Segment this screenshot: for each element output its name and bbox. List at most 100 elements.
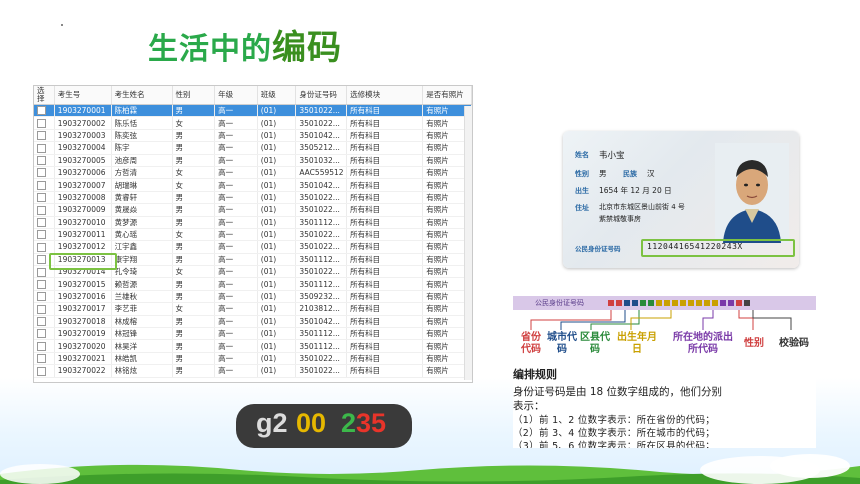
table-row[interactable]: 1903270017 李艺菲女高一 (01) 2103812... 所有科目 有照片 — [34, 302, 472, 316]
table-row[interactable]: 1903270003 陈奕弦男高一 (01) 3501042... 所有科目 有照片 — [34, 129, 472, 143]
row-checkbox-cell[interactable] — [34, 216, 55, 229]
table-header-cell[interactable]: 年级 — [214, 86, 258, 105]
row-checkbox-cell[interactable] — [34, 228, 55, 242]
table-row[interactable]: 1903270009 黄晟焱男高一 (01) 3501022... 所有科目 有照片 — [34, 203, 472, 217]
row-checkbox-cell[interactable] — [34, 129, 55, 143]
row-checkbox[interactable] — [37, 242, 46, 252]
row-checkbox-cell[interactable] — [34, 178, 55, 192]
id-code-label: 省份代码 — [521, 332, 541, 355]
table-scrollbar[interactable] — [464, 106, 472, 380]
row-checkbox[interactable] — [37, 366, 46, 376]
row-checkbox[interactable] — [37, 168, 46, 178]
table-row[interactable]: 1903270021 林皓凯男高一 (01) 3501022... 所有科目 有照片 — [34, 352, 472, 366]
row-checkbox-cell[interactable] — [34, 339, 55, 353]
row-checkbox[interactable] — [37, 354, 46, 364]
table-row[interactable]: 1903270022 林铭炫男高一 (01) 3501022... 所有科目 有照片 — [34, 364, 472, 378]
row-checkbox-cell[interactable] — [34, 327, 55, 341]
table-cell: 3501112... — [295, 253, 348, 267]
table-row[interactable]: 1903270006 方哲清女高一 (01) AAC559512 所有科目 有照片 — [34, 166, 472, 180]
table-cell: (01) — [257, 116, 297, 130]
code-part-4: 35 — [356, 408, 387, 438]
row-checkbox-cell[interactable] — [34, 191, 55, 205]
row-checkbox-cell[interactable] — [34, 364, 55, 378]
table-cell: 3501032... — [295, 154, 348, 167]
table-header-cell[interactable]: 是否有照片 — [422, 86, 472, 105]
row-checkbox[interactable] — [37, 329, 46, 339]
row-checkbox[interactable] — [37, 217, 46, 227]
table-cell: 2103812... — [295, 302, 348, 316]
id-gender: 男 — [599, 169, 607, 178]
table-header-cell[interactable]: 性别 — [172, 86, 216, 105]
row-checkbox-cell[interactable] — [34, 166, 55, 180]
table-row[interactable]: 1903270010 黄梦源男高一 (01) 3501112... 所有科目 有照片 — [34, 216, 472, 229]
table-row[interactable]: 1903270004 陈宇男高一 (01) 3505212... 所有科目 有照片 — [34, 141, 472, 155]
row-checkbox-cell[interactable] — [34, 141, 55, 155]
row-checkbox[interactable] — [37, 230, 46, 240]
table-row[interactable]: 1903270019 林冠锋男高一 (01) 3501112... 所有科目 有照片 — [34, 327, 472, 341]
row-checkbox[interactable] — [37, 205, 46, 215]
table-cell: 高一 — [214, 191, 258, 205]
table-cell: 林铭炫 — [111, 364, 173, 378]
table-cell: (01) — [257, 228, 297, 242]
id-address-line2: 紫禁城敬事房 — [599, 215, 641, 223]
rules-intro-2: 表示： — [513, 400, 545, 412]
row-checkbox[interactable] — [37, 341, 46, 351]
id-digit-segment — [680, 300, 686, 306]
row-checkbox[interactable] — [37, 317, 46, 327]
table-cell: (01) — [257, 327, 297, 341]
row-checkbox[interactable] — [37, 304, 46, 314]
table-row[interactable]: 1903270012 江宇鑫男高一 (01) 3501022... 所有科目 有照片 — [34, 240, 472, 254]
row-checkbox-cell[interactable] — [34, 277, 55, 291]
table-row[interactable]: 1903270018 林成榕男高一 (01) 3501042... 所有科目 有照片 — [34, 315, 472, 329]
id-code-label: 所在地的派出所代码 — [673, 332, 733, 355]
table-cell: 1903270004 — [54, 141, 112, 155]
row-checkbox[interactable] — [37, 143, 46, 153]
table-cell: 男 — [172, 203, 216, 217]
table-header-cell[interactable]: 身份证号码 — [295, 86, 348, 105]
id-number-strip: 公民身份证号码 — [513, 296, 816, 310]
row-checkbox-cell[interactable] — [34, 290, 55, 304]
id-address-line1: 北京市东城区景山前街 4 号 — [599, 203, 685, 211]
row-checkbox[interactable] — [37, 180, 46, 190]
table-header-cell[interactable]: 班级 — [257, 86, 297, 105]
table-cell: 3501022... — [295, 265, 348, 279]
table-cell: (01) — [257, 216, 297, 229]
table-row[interactable]: 1903270007 胡瑞琳女高一 (01) 3501042... 所有科目 有照片 — [34, 178, 472, 192]
row-checkbox-cell[interactable] — [34, 315, 55, 329]
row-checkbox[interactable] — [37, 193, 46, 203]
row-checkbox-cell[interactable] — [34, 203, 55, 217]
table-header-cell[interactable]: 考生号 — [54, 86, 112, 105]
row-checkbox[interactable] — [37, 267, 46, 277]
row-checkbox-cell[interactable] — [34, 104, 55, 118]
row-checkbox[interactable] — [37, 156, 46, 165]
student-table: 选择 考生号 考生姓名 性别 年级 班级 身份证号码 选修模块 是否有照片 1903270001… — [34, 86, 472, 378]
table-row[interactable]: 1903270011 黄心瑶女高一 (01) 3501022... 所有科目 有照片 — [34, 228, 472, 242]
table-row[interactable]: 1903270008 黄睿轩男高一 (01) 3501022... 所有科目 有照片 — [34, 191, 472, 205]
table-cell: 黄睿轩 — [111, 191, 173, 205]
table-cell: 3501022... — [295, 228, 348, 242]
table-row[interactable]: 1903270016 兰雄秋男高一 (01) 3509232... 所有科目 有照片 — [34, 290, 472, 304]
row-checkbox[interactable] — [37, 118, 46, 128]
row-checkbox-cell[interactable] — [34, 116, 55, 130]
table-row[interactable]: 1903270001 陈柏霖男高一 (01) 3501022... 所有科目 有照片 — [34, 104, 472, 118]
row-checkbox-cell[interactable] — [34, 352, 55, 366]
table-row[interactable]: 1903270005 池彦周男高一 (01) 3501032... 所有科目 有照片 — [34, 154, 472, 167]
row-checkbox-cell[interactable] — [34, 154, 55, 167]
id-digit-segment — [704, 300, 710, 306]
row-checkbox[interactable] — [37, 255, 46, 265]
row-checkbox[interactable] — [37, 106, 46, 116]
table-header-cell[interactable]: 选修模块 — [346, 86, 424, 105]
table-row[interactable]: 1903270002 陈乐恬女高一 (01) 3501022... 所有科目 有照片 — [34, 116, 472, 130]
table-cell: 所有科目 — [346, 327, 424, 341]
table-cell: 1903270022 — [54, 364, 112, 378]
table-header-cell[interactable]: 选择 — [34, 86, 55, 105]
row-checkbox[interactable] — [37, 131, 46, 141]
row-checkbox-cell[interactable] — [34, 302, 55, 316]
table-row[interactable]: 1903270020 林昊洋男高一 (01) 3501112... 所有科目 有照片 — [34, 339, 472, 353]
row-checkbox-cell[interactable] — [34, 240, 55, 254]
row-checkbox[interactable] — [37, 292, 46, 302]
table-header-cell[interactable]: 考生姓名 — [111, 86, 173, 105]
row-checkbox[interactable] — [37, 279, 46, 289]
table-cell: 1903270018 — [54, 315, 112, 329]
table-row[interactable]: 1903270015 赖哲源男高一 (01) 3501112... 所有科目 有照片 — [34, 277, 472, 291]
